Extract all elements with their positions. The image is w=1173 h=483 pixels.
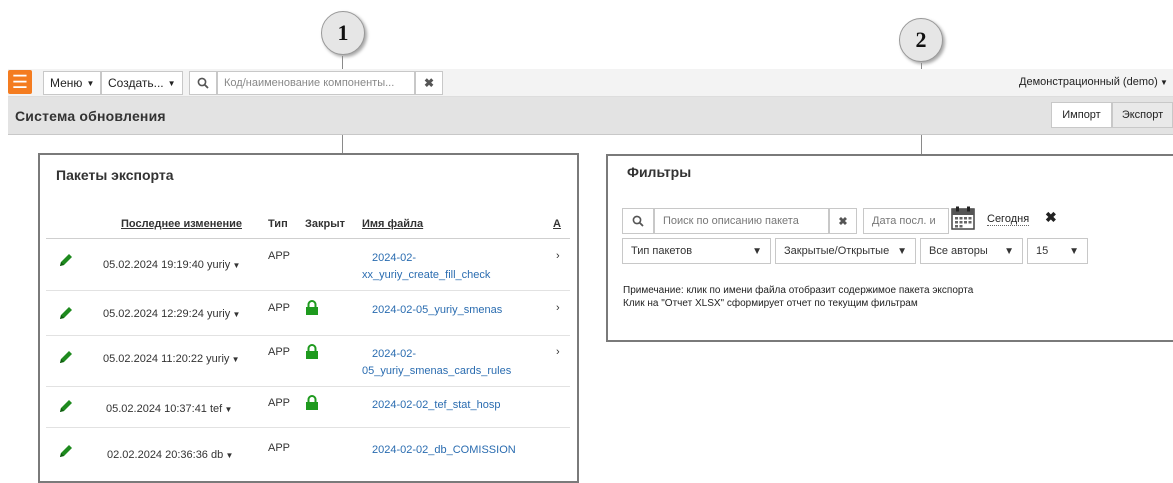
component-search-input[interactable]: Код/наименование компоненты... [217,71,415,95]
filename-line2: xx_yuriy_create_fill_check [362,269,491,281]
chevron-down-icon: ▼ [223,451,234,460]
package-type-value: Тип пакетов [631,245,693,257]
type-cell: APP [268,397,291,409]
user-label: Демонстрационный (demo) [1019,76,1158,88]
type-cell: APP [268,346,291,358]
clear-filter-search-button[interactable]: ✖ [829,208,857,234]
page-size-value: 15 [1036,245,1049,257]
import-button[interactable]: Импорт [1051,102,1112,128]
lock-icon [306,395,318,410]
filters-note: Примечание: клик по имени файла отобрази… [623,284,1163,310]
create-button-label: Создать... [108,76,164,90]
user-menu[interactable]: Демонстрационный (demo) ▼ [1019,76,1168,88]
lock-icon [306,300,318,315]
package-description-search-input[interactable]: Поиск по описанию пакета [654,208,829,234]
pencil-icon[interactable] [58,305,74,321]
menu-button-label: Меню [50,76,83,90]
create-button[interactable]: Создать... ▼ [101,71,183,95]
filter-search-button[interactable] [622,208,654,234]
package-type-select[interactable]: Тип пакетов ▼ [622,238,771,264]
date-filter-input[interactable]: Дата посл. и [863,208,949,234]
lock-icon [306,344,318,359]
closed-open-value: Закрытые/Открытые [784,245,890,257]
menu-button[interactable]: Меню ▼ [43,71,102,95]
type-cell: APP [268,302,291,314]
modified-cell[interactable]: 05.02.2024 11:20:22 yuriy ▼ [103,353,240,365]
authors-value: Все авторы [929,245,988,257]
menu-icon[interactable]: ☰ [8,70,32,94]
pencil-icon[interactable] [58,398,74,414]
today-link[interactable]: Сегодня [987,213,1030,226]
closed-open-select[interactable]: Закрытые/Открытые ▼ [775,238,916,264]
modified-text: 05.02.2024 11:20:22 yuriy [103,353,230,365]
chevron-down-icon: ▼ [752,245,762,257]
filename-link[interactable]: 2024-02-02_db_COMISSION [372,442,516,459]
page-size-select[interactable]: 15 ▼ [1027,238,1088,264]
filename-line2: 05_yuriy_smenas_cards_rules [362,365,512,377]
column-closed: Закрыт [305,218,346,230]
authors-select[interactable]: Все авторы ▼ [920,238,1023,264]
clear-search-button[interactable]: ✖ [415,71,443,95]
modified-cell[interactable]: 05.02.2024 12:29:24 yuriy ▼ [103,308,240,320]
export-button[interactable]: Экспорт [1112,102,1173,128]
chevron-down-icon: ▼ [1157,78,1168,87]
chevron-down-icon: ▼ [230,261,241,270]
page-header [8,97,1173,135]
pencil-icon[interactable] [58,443,74,459]
search-icon [197,77,209,89]
modified-text: 05.02.2024 10:37:41 tef [106,403,223,415]
search-icon [632,215,644,227]
chevron-down-icon: ▼ [897,245,907,257]
clear-icon: ✖ [423,76,435,90]
clear-icon: ✖ [838,215,848,228]
chevron-down-icon: ▼ [1069,245,1079,257]
modified-cell[interactable]: 05.02.2024 10:37:41 tef ▼ [106,403,232,415]
chevron-down-icon: ▼ [1004,245,1014,257]
column-modified[interactable]: Последнее изменение [121,218,242,230]
filename-link[interactable]: 2024-02-05_yuriy_smenas [372,302,502,319]
type-cell: APP [268,250,291,262]
chevron-down-icon: ▼ [229,355,240,364]
page-title: Система обновления [15,108,166,124]
note-line-1: Примечание: клик по имени файла отобрази… [623,285,974,296]
type-cell: APP [268,442,291,454]
filename-line1: 2024-02-02_db_COMISSION [372,444,516,456]
date-filter-placeholder: Дата посл. и [872,215,936,227]
callout-1: 1 [321,11,365,55]
modified-text: 05.02.2024 19:19:40 yuriy [103,259,231,271]
filters-panel-title: Фильтры [627,164,692,180]
modified-cell[interactable]: 02.02.2024 20:36:36 db ▼ [107,449,233,461]
column-type: Тип [268,218,288,230]
chevron-down-icon: ▼ [230,310,241,319]
modified-text: 02.02.2024 20:36:36 db [107,449,224,461]
pencil-icon[interactable] [58,252,74,268]
author-cell: › [556,346,560,358]
filename-link[interactable]: 2024-02- xx_yuriy_create_fill_check [362,250,490,284]
column-author[interactable]: А [553,218,561,230]
component-search-placeholder: Код/наименование компоненты... [224,77,395,89]
chevron-down-icon: ▼ [167,78,176,88]
close-icon[interactable]: ✖ [1045,209,1057,226]
column-filename[interactable]: Имя файла [362,218,423,230]
modified-cell[interactable]: 05.02.2024 19:19:40 yuriy ▼ [103,259,240,271]
export-panel-title: Пакеты экспорта [56,167,174,183]
author-cell: › [556,250,560,262]
pencil-icon[interactable] [58,349,74,365]
note-line-2: Клик на "Отчет XLSX" сформирует отчет по… [623,298,918,309]
filename-line1: 2024-02-02_tef_stat_hosp [372,399,501,411]
filename-line1: 2024-02- [372,348,417,360]
author-cell: › [556,302,560,314]
filename-line1: 2024-02- [372,252,417,264]
callout-2: 2 [899,18,943,62]
filename-line1: 2024-02-05_yuriy_smenas [372,304,503,316]
top-toolbar [8,69,1173,97]
package-search-placeholder: Поиск по описанию пакета [663,215,799,227]
modified-text: 05.02.2024 12:29:24 yuriy [103,308,231,320]
search-button[interactable] [189,71,217,95]
calendar-icon[interactable] [951,206,975,230]
filename-link[interactable]: 2024-02- 05_yuriy_smenas_cards_rules [362,346,511,380]
filename-link[interactable]: 2024-02-02_tef_stat_hosp [372,397,500,414]
chevron-down-icon: ▼ [86,78,95,88]
chevron-down-icon: ▼ [222,405,233,414]
